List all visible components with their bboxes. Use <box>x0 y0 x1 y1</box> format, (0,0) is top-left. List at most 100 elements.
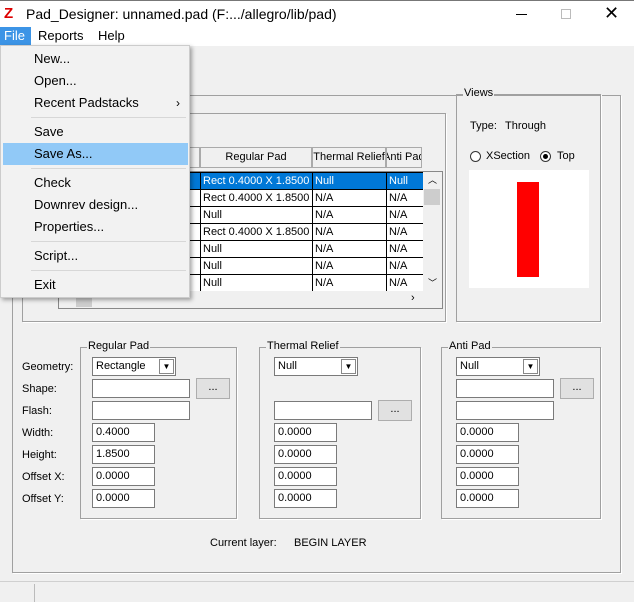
dropdown-arrow-icon[interactable]: ▼ <box>341 359 356 374</box>
anti-offset-x-input[interactable]: 0.0000 <box>456 467 519 486</box>
regular-flash-input[interactable] <box>92 401 190 420</box>
col-header-anti-pad[interactable]: Anti Pad <box>386 147 422 168</box>
anti-pad-cell[interactable]: N/A <box>386 206 424 224</box>
radio-top[interactable] <box>540 151 551 162</box>
flash-label: Flash: <box>22 405 52 417</box>
pad-shape <box>517 182 539 277</box>
regular-offset-y-input[interactable]: 0.0000 <box>92 489 155 508</box>
regular-pad-cell[interactable]: Rect 0.4000 X 1.8500 <box>200 189 313 207</box>
menu-item-properties[interactable]: Properties... <box>3 216 188 238</box>
anti-pad-cell[interactable]: N/A <box>386 240 424 258</box>
radio-xsection[interactable] <box>470 151 481 162</box>
current-layer-value: BEGIN LAYER <box>294 537 367 549</box>
thermal-height-input[interactable]: 0.0000 <box>274 445 337 464</box>
anti-shape-browse-button[interactable]: ... <box>560 378 594 399</box>
regular-pad-title: Regular Pad <box>87 340 151 352</box>
geometry-label: Geometry: <box>22 361 74 373</box>
shape-label: Shape: <box>22 383 57 395</box>
col-header-thermal-relief[interactable]: Thermal Relief <box>312 147 386 168</box>
offset-y-label: Offset Y: <box>22 493 64 505</box>
menu-reports[interactable]: Reports <box>33 27 89 45</box>
offset-x-label: Offset X: <box>22 471 65 483</box>
menu-item-downrev-design[interactable]: Downrev design... <box>3 194 188 216</box>
thermal-offset-y-input[interactable]: 0.0000 <box>274 489 337 508</box>
menu-item-script[interactable]: Script... <box>3 245 188 267</box>
title-bar: Z Pad_Designer: unnamed.pad (F:.../alleg… <box>0 0 634 27</box>
anti-width-input[interactable]: 0.0000 <box>456 423 519 442</box>
regular-pad-cell[interactable]: Null <box>200 274 313 292</box>
close-icon[interactable]: ✕ <box>604 3 619 24</box>
anti-geometry-select[interactable]: Null ▼ <box>456 357 540 376</box>
regular-pad-cell[interactable]: Rect 0.4000 X 1.8500 <box>200 172 313 190</box>
thermal-relief-title: Thermal Relief <box>266 340 340 352</box>
regular-pad-cell[interactable]: Null <box>200 257 313 275</box>
radio-top-label[interactable]: Top <box>557 150 575 162</box>
anti-shape-input[interactable] <box>456 379 554 398</box>
regular-pad-cell[interactable]: Null <box>200 206 313 224</box>
status-divider <box>34 584 35 602</box>
menu-separator <box>31 168 186 169</box>
thermal-relief-cell[interactable]: N/A <box>312 189 387 207</box>
dropdown-arrow-icon[interactable]: ▼ <box>523 359 538 374</box>
window-title: Pad_Designer: unnamed.pad (F:.../allegro… <box>26 6 337 22</box>
type-label: Type: <box>470 120 497 132</box>
anti-pad-cell[interactable]: N/A <box>386 189 424 207</box>
thermal-relief-cell[interactable]: N/A <box>312 274 387 292</box>
menu-item-new[interactable]: New... <box>3 48 188 70</box>
regular-width-input[interactable]: 0.4000 <box>92 423 155 442</box>
anti-pad-cell[interactable]: N/A <box>386 223 424 241</box>
menu-separator <box>31 117 186 118</box>
menu-item-open[interactable]: Open... <box>3 70 188 92</box>
menu-item-save-as[interactable]: Save As... <box>3 143 188 165</box>
vertical-scrollbar[interactable]: ︿ ﹀ <box>423 172 442 291</box>
regular-pad-cell[interactable]: Rect 0.4000 X 1.8500 <box>200 223 313 241</box>
col-header-regular-pad[interactable]: Regular Pad <box>200 147 312 168</box>
thermal-offset-x-input[interactable]: 0.0000 <box>274 467 337 486</box>
menu-item-check[interactable]: Check <box>3 172 188 194</box>
thermal-relief-cell[interactable]: N/A <box>312 223 387 241</box>
thermal-flash-input[interactable] <box>274 401 372 420</box>
regular-offset-x-input[interactable]: 0.0000 <box>92 467 155 486</box>
menu-separator <box>31 270 186 271</box>
maximize-icon[interactable] <box>561 9 571 19</box>
scroll-down-icon[interactable]: ﹀ <box>428 276 437 289</box>
scroll-thumb[interactable] <box>424 189 440 205</box>
regular-shape-input[interactable] <box>92 379 190 398</box>
anti-pad-cell[interactable]: N/A <box>386 274 424 292</box>
minimize-icon[interactable] <box>516 14 527 15</box>
regular-height-input[interactable]: 1.8500 <box>92 445 155 464</box>
thermal-flash-browse-button[interactable]: ... <box>378 400 412 421</box>
thermal-relief-cell[interactable]: N/A <box>312 206 387 224</box>
menu-file[interactable]: File <box>0 27 31 45</box>
menu-item-recent-padstacks[interactable]: Recent Padstacks › <box>3 92 188 114</box>
views-group: Views Type: Through XSection Top <box>456 87 601 322</box>
file-menu: New... Open... Recent Padstacks › Save Sa… <box>0 45 190 298</box>
width-label: Width: <box>22 427 54 439</box>
height-label: Height: <box>22 449 57 461</box>
dropdown-arrow-icon[interactable]: ▼ <box>159 359 174 374</box>
scroll-right-icon[interactable]: › <box>411 292 415 304</box>
type-value: Through <box>505 120 546 132</box>
anti-pad-cell[interactable]: Null <box>386 172 424 190</box>
thermal-geometry-select[interactable]: Null ▼ <box>274 357 358 376</box>
thermal-relief-cell[interactable]: N/A <box>312 240 387 258</box>
anti-flash-input[interactable] <box>456 401 554 420</box>
radio-xsection-label[interactable]: XSection <box>486 150 530 162</box>
thermal-relief-cell[interactable]: Null <box>312 172 387 190</box>
thermal-width-input[interactable]: 0.0000 <box>274 423 337 442</box>
chevron-right-icon: › <box>176 96 180 110</box>
scroll-up-icon[interactable]: ︿ <box>428 173 437 186</box>
anti-pad-cell[interactable]: N/A <box>386 257 424 275</box>
regular-shape-browse-button[interactable]: ... <box>196 378 230 399</box>
thermal-geometry-value: Null <box>278 360 297 372</box>
views-title: Views <box>463 87 495 99</box>
menu-bar: File Reports Help <box>0 27 634 46</box>
menu-item-exit[interactable]: Exit <box>3 274 188 296</box>
regular-geometry-select[interactable]: Rectangle ▼ <box>92 357 176 376</box>
menu-item-save[interactable]: Save <box>3 121 188 143</box>
menu-help[interactable]: Help <box>93 27 130 45</box>
thermal-relief-cell[interactable]: N/A <box>312 257 387 275</box>
anti-height-input[interactable]: 0.0000 <box>456 445 519 464</box>
anti-offset-y-input[interactable]: 0.0000 <box>456 489 519 508</box>
regular-pad-cell[interactable]: Null <box>200 240 313 258</box>
